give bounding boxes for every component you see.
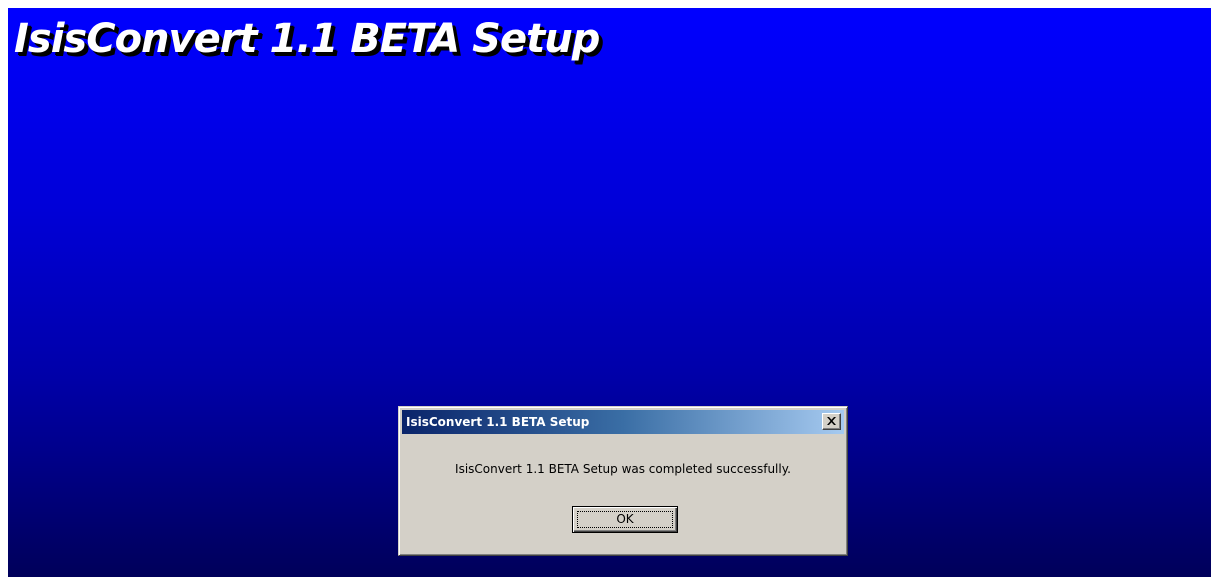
close-icon: [827, 417, 836, 425]
installer-background: IsisConvert 1.1 BETA Setup IsisConvert 1…: [8, 8, 1211, 577]
dialog-message: IsisConvert 1.1 BETA Setup was completed…: [455, 462, 791, 476]
completion-dialog: IsisConvert 1.1 BETA Setup IsisConvert 1…: [398, 406, 848, 556]
setup-title: IsisConvert 1.1 BETA Setup: [14, 16, 600, 62]
ok-button[interactable]: OK: [572, 506, 678, 533]
ok-button-label: OK: [616, 512, 634, 526]
close-button[interactable]: [822, 413, 841, 430]
dialog-titlebar[interactable]: IsisConvert 1.1 BETA Setup: [402, 410, 844, 434]
dialog-title: IsisConvert 1.1 BETA Setup: [406, 415, 590, 429]
